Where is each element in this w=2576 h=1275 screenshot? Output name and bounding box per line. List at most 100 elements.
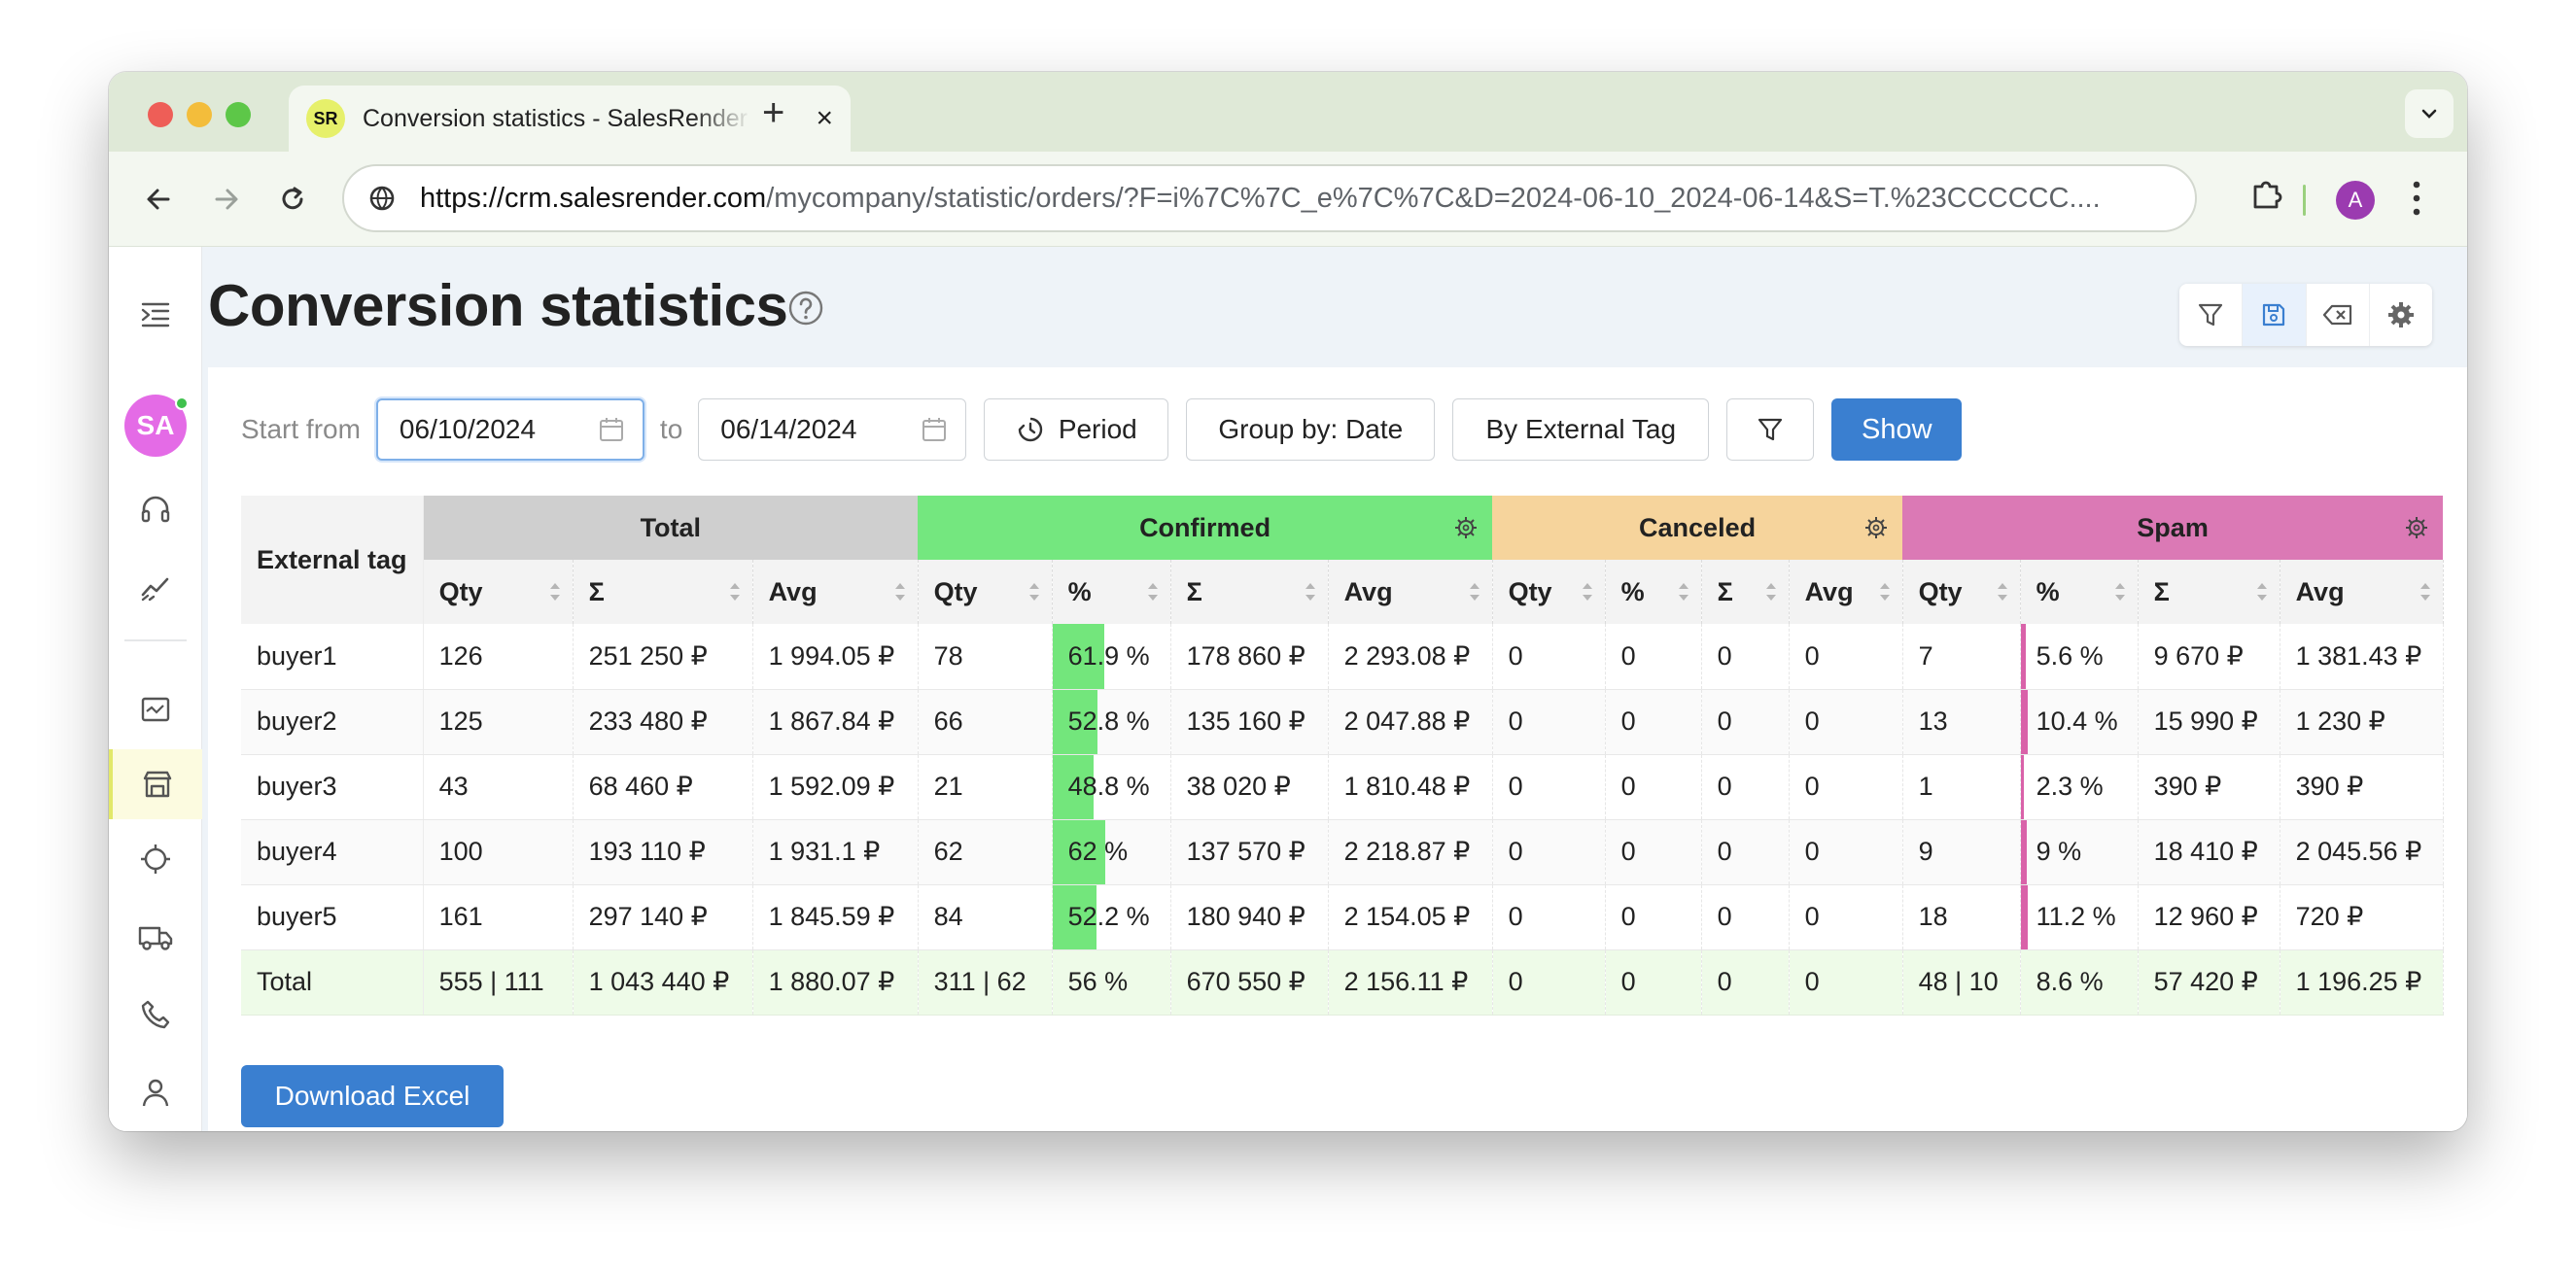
back-button[interactable] bbox=[134, 175, 183, 224]
tab-search-button[interactable] bbox=[2405, 89, 2454, 138]
c-sum-cell: 137 570 ₽ bbox=[1170, 819, 1329, 885]
canceled-qty-header[interactable]: Qty bbox=[1492, 560, 1606, 624]
total-sum-header[interactable]: Σ bbox=[573, 560, 753, 624]
t-sum-cell: 233 480 ₽ bbox=[573, 689, 753, 755]
clear-icon bbox=[2322, 304, 2351, 326]
sidebar-item-targets[interactable] bbox=[109, 824, 202, 894]
confirmed-settings-icon[interactable] bbox=[1453, 515, 1479, 540]
group-by-button[interactable]: Group by: Date bbox=[1186, 398, 1436, 461]
chevron-down-icon bbox=[2421, 109, 2437, 119]
canceled-pct-header[interactable]: % bbox=[1605, 560, 1702, 624]
canceled-sum-header[interactable]: Σ bbox=[1701, 560, 1790, 624]
group-confirmed-label: Confirmed bbox=[1139, 512, 1271, 542]
table-row: buyer3 43 68 460 ₽1 592.09 ₽21 48.8 % 38 020… bbox=[241, 754, 2444, 820]
settings-icon bbox=[2387, 302, 2414, 327]
settings-button[interactable] bbox=[2370, 284, 2432, 346]
c-qty-cell: 84 bbox=[918, 884, 1053, 950]
c-avg-cell: 2 156.11 ₽ bbox=[1328, 949, 1493, 1016]
url-text: https://crm.salesrender.com/mycompany/st… bbox=[420, 183, 2101, 215]
table-row: buyer5 161 297 140 ₽1 845.59 ₽84 52.2 % 180 … bbox=[241, 884, 2444, 950]
x-avg-cell: 0 bbox=[1789, 624, 1903, 690]
spam-sum-header[interactable]: Σ bbox=[2138, 560, 2280, 624]
c-pct-cell: 56 % bbox=[1052, 949, 1171, 1016]
spam-percent-bar bbox=[2020, 624, 2026, 688]
spam-percent-bar bbox=[2020, 689, 2028, 753]
sort-icon bbox=[2256, 583, 2267, 601]
more-vert-icon bbox=[2413, 181, 2420, 216]
browser-menu-button[interactable] bbox=[2407, 177, 2426, 224]
help-button[interactable] bbox=[787, 290, 824, 331]
sidebar-item-analytics[interactable] bbox=[109, 552, 202, 622]
tab-close-icon[interactable]: × bbox=[816, 102, 833, 135]
confirmed-sum-header[interactable]: Σ bbox=[1170, 560, 1329, 624]
menu-indent-icon bbox=[141, 302, 170, 327]
filter-button[interactable] bbox=[2179, 284, 2244, 346]
period-button[interactable]: Period bbox=[984, 398, 1169, 461]
column-header-label: Σ bbox=[1186, 576, 1202, 606]
save-button[interactable] bbox=[2243, 284, 2307, 346]
back-arrow-icon bbox=[147, 189, 170, 210]
s-sum-cell: 18 410 ₽ bbox=[2138, 819, 2280, 885]
maximize-window-button[interactable] bbox=[226, 102, 251, 127]
spam-qty-header[interactable]: Qty bbox=[1902, 560, 2021, 624]
sidebar-item-calls[interactable] bbox=[109, 980, 202, 1050]
sidebar-toggle[interactable] bbox=[109, 280, 202, 350]
confirmed-pct-header[interactable]: % bbox=[1052, 560, 1171, 624]
sidebar-item-delivery[interactable] bbox=[109, 902, 202, 972]
spam-settings-icon[interactable] bbox=[2404, 515, 2429, 540]
profile-avatar[interactable]: A bbox=[2336, 181, 2375, 220]
sort-icon bbox=[2114, 583, 2125, 601]
percent-value: 10.4 % bbox=[2036, 706, 2118, 736]
start-date-input[interactable]: 06/10/2024 bbox=[375, 398, 644, 461]
spam-pct-header[interactable]: % bbox=[2020, 560, 2139, 624]
external-tag-cell: buyer5 bbox=[241, 884, 424, 950]
group-total-label: Total bbox=[640, 512, 702, 542]
sidebar-item-support[interactable] bbox=[109, 474, 202, 544]
percent-value: 11.2 % bbox=[2036, 902, 2116, 931]
group-canceled-header: Canceled bbox=[1492, 496, 1903, 560]
start-from-label: Start from bbox=[241, 414, 361, 444]
address-bar[interactable]: https://crm.salesrender.com/mycompany/st… bbox=[342, 164, 2197, 232]
external-tag-header[interactable]: External tag bbox=[241, 496, 424, 624]
canceled-avg-header[interactable]: Avg bbox=[1789, 560, 1903, 624]
percent-value: 52.2 % bbox=[1067, 902, 1150, 931]
reload-button[interactable] bbox=[268, 175, 317, 224]
s-qty-cell: 18 bbox=[1902, 884, 2021, 950]
t-sum-cell: 68 460 ₽ bbox=[573, 754, 753, 820]
total-avg-header[interactable]: Avg bbox=[752, 560, 919, 624]
close-window-button[interactable] bbox=[148, 102, 173, 127]
by-external-tag-button[interactable]: By External Tag bbox=[1452, 398, 1710, 461]
spam-percent-cell: 5.6 % bbox=[2020, 624, 2139, 690]
extensions-button[interactable] bbox=[2247, 175, 2286, 219]
sidebar-item-users[interactable] bbox=[109, 1057, 202, 1127]
browser-titlebar: SR Conversion statistics - SalesRender ×… bbox=[109, 72, 2467, 152]
advanced-filter-button[interactable] bbox=[1726, 398, 1815, 461]
c-qty-cell: 78 bbox=[918, 624, 1053, 690]
forward-button[interactable] bbox=[202, 175, 251, 224]
sidebar-item-dashboard[interactable] bbox=[109, 674, 202, 744]
url-host: https://crm.salesrender.com bbox=[420, 182, 767, 214]
minimize-window-button[interactable] bbox=[187, 102, 212, 127]
spam-avg-header[interactable]: Avg bbox=[2280, 560, 2444, 624]
total-qty-header[interactable]: Qty bbox=[423, 560, 574, 624]
download-excel-button[interactable]: Download Excel bbox=[241, 1065, 504, 1127]
show-button[interactable]: Show bbox=[1831, 398, 1963, 461]
confirmed-qty-header[interactable]: Qty bbox=[918, 560, 1053, 624]
x-avg-cell: 0 bbox=[1789, 689, 1903, 755]
x-qty-cell: 0 bbox=[1492, 884, 1606, 950]
s-pct-cell: 8.6 % bbox=[2020, 949, 2139, 1016]
canceled-settings-icon[interactable] bbox=[1863, 515, 1889, 540]
t-avg-cell: 1 867.84 ₽ bbox=[752, 689, 919, 755]
sidebar-divider bbox=[124, 639, 187, 641]
s-avg-cell: 720 ₽ bbox=[2280, 884, 2444, 950]
end-date-input[interactable]: 06/14/2024 bbox=[698, 398, 967, 461]
sidebar-item-statistics[interactable] bbox=[109, 749, 202, 819]
column-header-label: % bbox=[2036, 576, 2060, 606]
percent-value: 52.8 % bbox=[1067, 706, 1150, 736]
start-date-value: 06/10/2024 bbox=[399, 414, 537, 444]
confirmed-avg-header[interactable]: Avg bbox=[1328, 560, 1493, 624]
clear-button[interactable] bbox=[2307, 284, 2370, 346]
sort-icon bbox=[2419, 583, 2430, 601]
reload-icon bbox=[282, 187, 303, 210]
new-tab-button[interactable]: + bbox=[762, 91, 784, 135]
